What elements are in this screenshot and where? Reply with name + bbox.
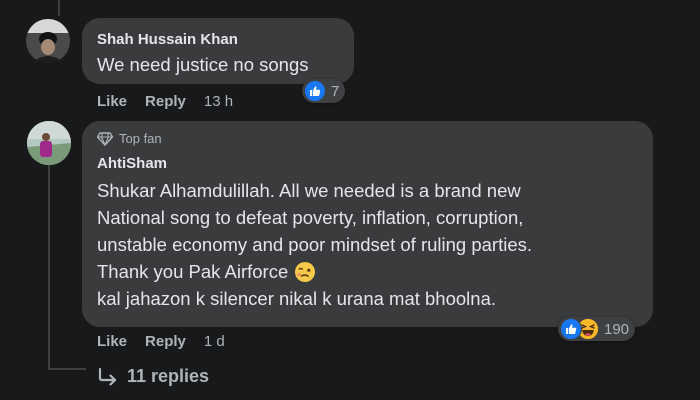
- reply-button[interactable]: Reply: [145, 333, 186, 350]
- comment-text-line: unstable economy and poor mindset of rul…: [97, 234, 533, 255]
- badge-label: Top fan: [119, 131, 162, 146]
- diamond-icon: [97, 131, 113, 146]
- thread-line: [58, 0, 60, 16]
- comment-actions: Like Reply 13 h: [97, 93, 233, 110]
- comment-text-line: Shukar Alhamdulillah. All we needed is a…: [97, 180, 521, 201]
- top-fan-badge: Top fan: [97, 131, 162, 146]
- comment-timestamp[interactable]: 1 d: [204, 333, 225, 350]
- comment-text: We need justice no songs: [97, 54, 309, 75]
- reaction-summary[interactable]: 190: [558, 317, 636, 341]
- avatar[interactable]: [27, 121, 71, 165]
- avatar-image: [26, 19, 70, 63]
- comment-text-line: kal jahazon k silencer nikal k urana mat…: [97, 288, 497, 309]
- view-replies-label: 11 replies: [127, 366, 210, 386]
- like-icon: [304, 80, 326, 102]
- comment-text-segment: Thank you Pak Airforce: [97, 261, 289, 282]
- reaction-count: 7: [331, 82, 340, 100]
- avatar[interactable]: [26, 19, 70, 63]
- like-button[interactable]: Like: [97, 333, 127, 350]
- comment-bubble: Top fan AhtiSham Shukar Alhamdulillah. A…: [82, 121, 653, 327]
- like-button[interactable]: Like: [97, 93, 127, 110]
- reply-button[interactable]: Reply: [145, 93, 186, 110]
- woozy-face-emoji-icon: [295, 261, 316, 282]
- reply-arrow-icon: [98, 367, 117, 386]
- comment-timestamp[interactable]: 13 h: [204, 93, 233, 110]
- thread-line: [48, 368, 86, 370]
- reaction-summary[interactable]: 7: [302, 79, 346, 103]
- comments-thread: Shah Hussain Khan We need justice no son…: [0, 0, 700, 400]
- view-replies-button[interactable]: 11 replies: [97, 366, 209, 387]
- reaction-count: 190: [604, 320, 630, 338]
- comment-author[interactable]: Shah Hussain Khan: [97, 31, 238, 48]
- comment-text-line: Thank you Pak Airforce: [97, 258, 532, 285]
- like-icon: [560, 318, 582, 340]
- avatar-image: [27, 121, 71, 165]
- comment-text-line: National song to defeat poverty, inflati…: [97, 207, 524, 228]
- comment-bubble: Shah Hussain Khan We need justice no son…: [82, 18, 354, 84]
- comment-text-block: Shukar Alhamdulillah. All we needed is a…: [97, 177, 532, 312]
- comment-actions: Like Reply 1 d: [97, 333, 225, 350]
- thread-line: [48, 165, 50, 370]
- comment-author[interactable]: AhtiSham: [97, 155, 167, 172]
